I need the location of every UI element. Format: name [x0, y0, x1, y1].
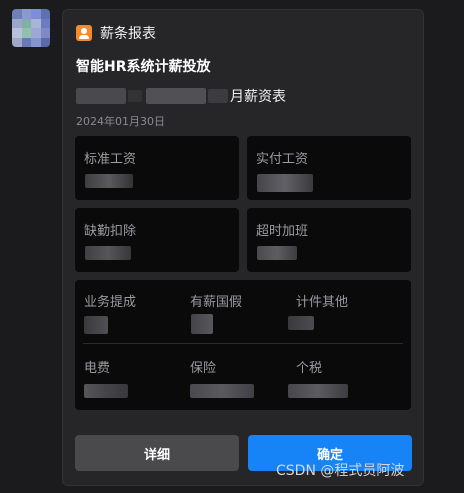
- paid-leave-label: 有薪国假: [190, 295, 243, 310]
- overtime-box: 超时加班: [247, 208, 411, 272]
- actual-salary-label: 实付工资: [256, 152, 309, 167]
- redacted-value: [84, 316, 108, 334]
- absence-deduction-label: 缺勤扣除: [84, 224, 137, 239]
- piece-other-label: 计件其他: [296, 295, 349, 310]
- subtitle-suffix: 月薪资表: [230, 89, 286, 105]
- chat-screen: 薪条报表 智能HR系统计薪投放 月薪资表 2024年01月30日 标准工资 实付…: [0, 0, 464, 493]
- redacted-text: [128, 90, 142, 102]
- commission-label: 业务提成: [84, 295, 137, 310]
- message-title: 智能HR系统计薪投放: [76, 59, 211, 75]
- income-tax-label: 个税: [296, 361, 323, 376]
- absence-deduction-box: 缺勤扣除: [75, 208, 239, 272]
- redacted-value: [257, 174, 313, 192]
- redacted-text: [76, 88, 126, 104]
- electricity-label: 电费: [84, 361, 111, 376]
- redacted-text: [208, 89, 228, 103]
- redacted-text: [146, 88, 206, 104]
- redacted-value: [85, 174, 133, 188]
- standard-salary-box: 标准工资: [75, 136, 239, 200]
- redacted-value: [85, 246, 131, 260]
- actual-salary-box: 实付工资: [247, 136, 411, 200]
- app-name: 薪条报表: [100, 26, 156, 42]
- avatar[interactable]: [12, 9, 50, 47]
- standard-salary-label: 标准工资: [84, 152, 137, 167]
- message-subtitle: 月薪资表: [76, 85, 286, 107]
- overtime-label: 超时加班: [256, 224, 309, 239]
- card-header: 薪条报表: [76, 23, 156, 43]
- panel-divider: [83, 343, 403, 344]
- redacted-value: [191, 314, 213, 334]
- redacted-value: [288, 384, 348, 398]
- redacted-value: [288, 316, 314, 330]
- watermark: CSDN @程式员阿波: [276, 463, 405, 479]
- report-date: 2024年01月30日: [76, 115, 165, 128]
- redacted-value: [257, 246, 297, 260]
- person-badge-icon: [76, 25, 92, 41]
- salary-report-card: 薪条报表 智能HR系统计薪投放 月薪资表 2024年01月30日 标准工资 实付…: [62, 9, 424, 486]
- detail-button[interactable]: 详细: [75, 435, 239, 471]
- redacted-value: [190, 384, 254, 398]
- redacted-value: [84, 384, 128, 398]
- insurance-label: 保险: [190, 361, 217, 376]
- deductions-panel: 业务提成 有薪国假 计件其他 电费 保险 个税: [75, 280, 411, 410]
